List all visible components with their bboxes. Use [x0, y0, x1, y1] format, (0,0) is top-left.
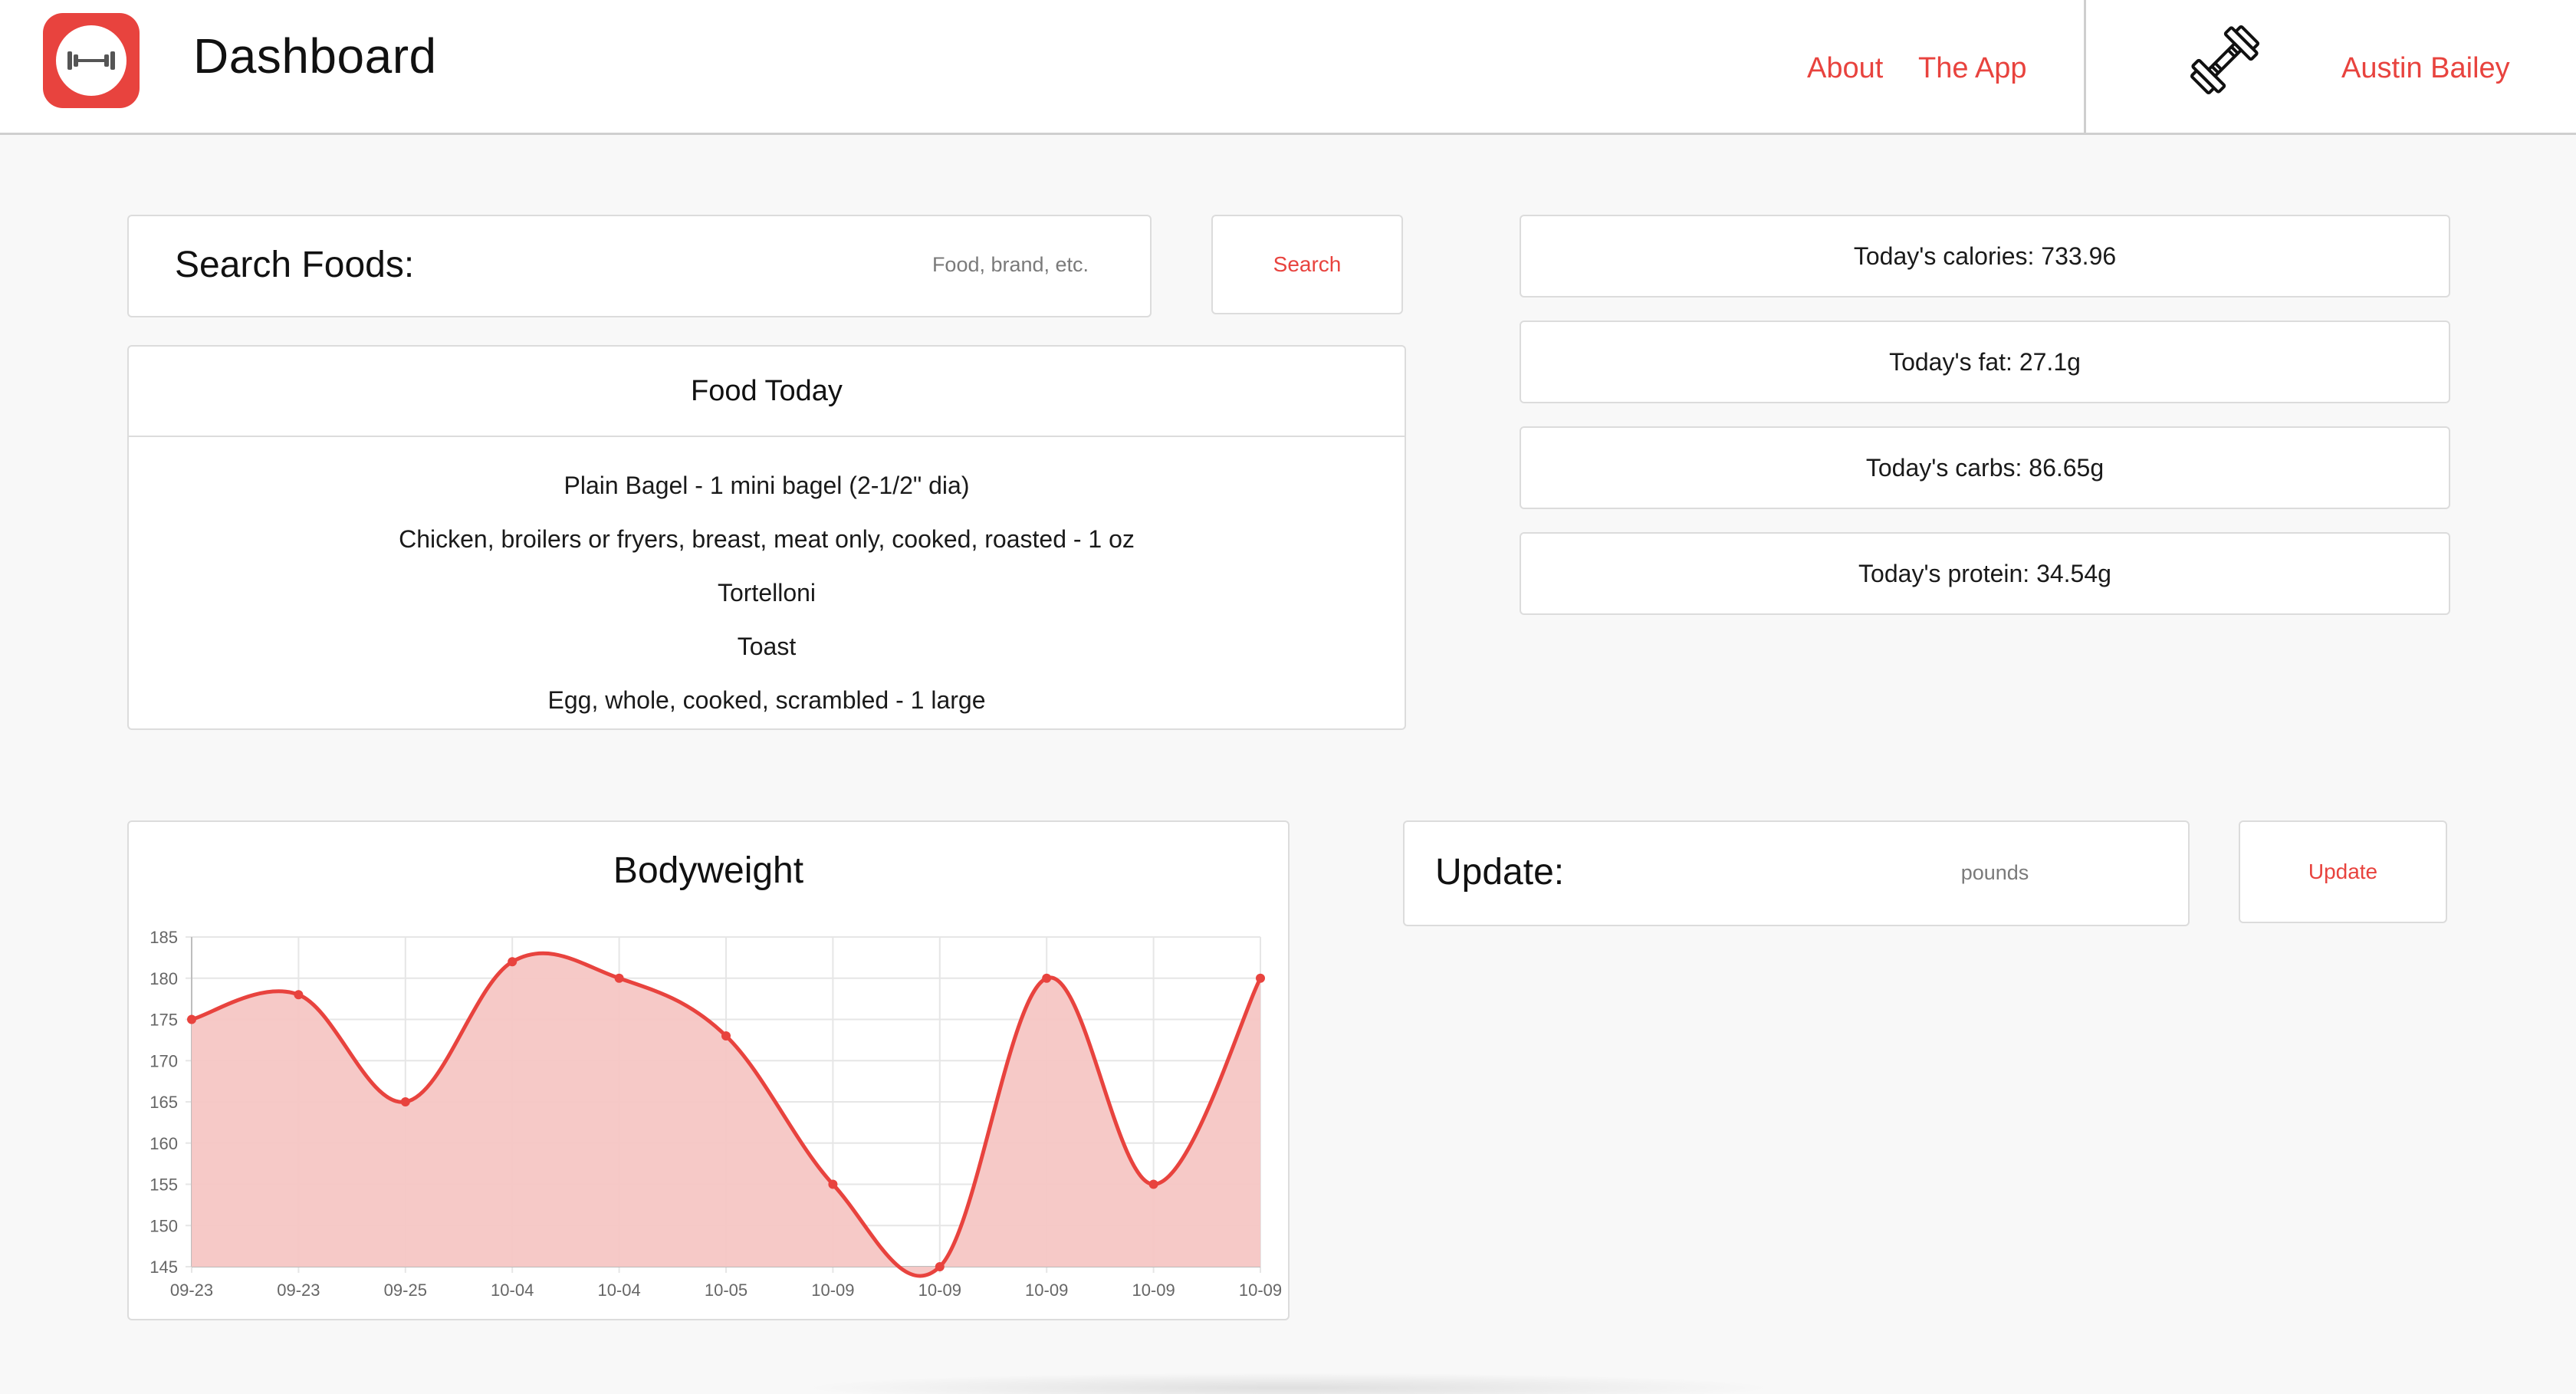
x-tick-label: 10-09 [1132, 1281, 1175, 1300]
x-tick-label: 10-09 [1239, 1281, 1282, 1300]
y-tick-label: 145 [150, 1258, 178, 1277]
y-tick-label: 150 [150, 1216, 178, 1235]
y-tick-label: 185 [150, 928, 178, 947]
user-menu-link[interactable]: Austin Bailey [2341, 52, 2510, 85]
data-point [508, 957, 518, 967]
data-point [935, 1262, 945, 1271]
data-point [187, 1014, 196, 1024]
x-tick-label: 10-04 [491, 1281, 534, 1300]
x-tick-label: 09-25 [384, 1281, 427, 1300]
data-point [294, 990, 304, 1000]
calories-stat-text: Today's calories: 733.96 [1853, 242, 2117, 270]
protein-stat: Today's protein: 34.54g [1520, 532, 2450, 615]
data-point [614, 973, 624, 983]
data-point [828, 1179, 838, 1189]
search-input[interactable] [895, 242, 1125, 287]
y-tick-label: 180 [150, 969, 178, 988]
data-point [721, 1031, 731, 1041]
food-today-title: Food Today [129, 347, 1405, 437]
page-title: Dashboard [193, 28, 437, 84]
update-button[interactable]: Update [2239, 820, 2447, 923]
list-item: Tortelloni [717, 579, 816, 607]
calories-stat: Today's calories: 733.96 [1520, 215, 2450, 298]
navbar: Dashboard About The App Austin Bailey [0, 0, 2576, 135]
list-item: Chicken, broilers or fryers, breast, mea… [399, 525, 1135, 553]
list-item: Egg, whole, cooked, scrambled - 1 large [547, 686, 986, 714]
dumbbell-icon [56, 25, 127, 96]
app-logo[interactable] [43, 13, 140, 108]
weight-input[interactable] [1880, 850, 2110, 896]
nav-link-about[interactable]: About [1807, 52, 1883, 85]
search-button[interactable]: Search [1211, 215, 1403, 314]
search-panel: Search Foods: [127, 215, 1152, 317]
y-tick-label: 155 [150, 1175, 178, 1195]
food-list: Plain Bagel - 1 mini bagel (2-1/2" dia) … [129, 437, 1405, 727]
food-today-panel: Food Today Plain Bagel - 1 mini bagel (2… [127, 345, 1406, 730]
fat-stat-text: Today's fat: 27.1g [1889, 347, 2081, 376]
carbs-stat-text: Today's carbs: 86.65g [1865, 453, 2104, 482]
bottom-shadow [797, 1373, 1779, 1394]
x-tick-label: 10-04 [597, 1281, 640, 1300]
carbs-stat: Today's carbs: 86.65g [1520, 426, 2450, 509]
nav-divider [2084, 0, 2086, 135]
update-panel: Update: [1403, 820, 2190, 926]
x-tick-label: 09-23 [170, 1281, 213, 1300]
x-tick-label: 10-09 [918, 1281, 961, 1300]
data-point [1042, 973, 1052, 983]
bodyweight-chart-panel: Bodyweight 145 150 155 160 165 170 175 180 185 09… [127, 820, 1290, 1320]
y-tick-label: 175 [150, 1011, 178, 1030]
protein-stat-text: Today's protein: 34.54g [1858, 559, 2111, 587]
y-tick-label: 160 [150, 1134, 178, 1153]
data-point [1148, 1179, 1158, 1189]
x-tick-label: 09-23 [277, 1281, 320, 1300]
nav-link-the-app[interactable]: The App [1918, 52, 2027, 85]
list-item: Toast [737, 633, 797, 660]
bodyweight-chart: 145 150 155 160 165 170 175 180 185 09-23 09-23 09-… [150, 928, 1282, 1300]
update-label: Update: [1435, 852, 1565, 893]
x-tick-label: 10-05 [705, 1281, 748, 1300]
list-item: Plain Bagel - 1 mini bagel (2-1/2" dia) [564, 472, 970, 499]
x-tick-label: 10-09 [1025, 1281, 1068, 1300]
dumbbell-outline-icon[interactable] [2187, 21, 2263, 98]
fat-stat: Today's fat: 27.1g [1520, 321, 2450, 403]
y-tick-label: 170 [150, 1051, 178, 1070]
search-label: Search Foods: [175, 245, 415, 285]
y-tick-label: 165 [150, 1093, 178, 1112]
data-point [1256, 973, 1265, 983]
data-point [400, 1097, 410, 1106]
x-tick-label: 10-09 [811, 1281, 854, 1300]
